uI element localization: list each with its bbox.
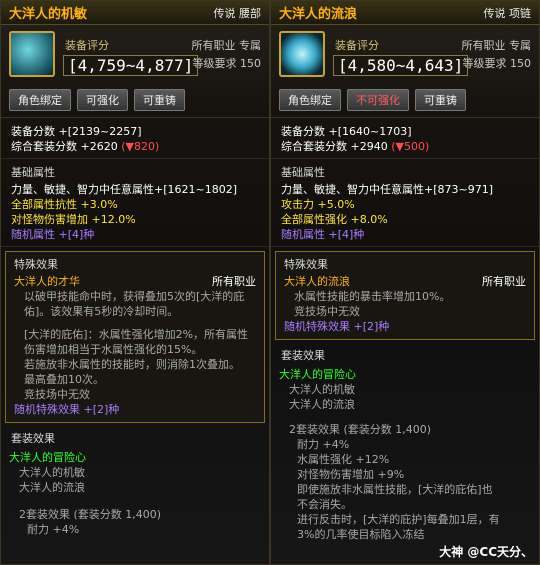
item-tags: 传说 项链 [483, 6, 532, 20]
special-job: 所有职业 [482, 275, 526, 288]
score-range: [4,580~4,643] [333, 55, 469, 76]
item-header: 装备评分 [4,759~4,877] 所有职业 专属 等级要求 150 [1, 25, 269, 85]
random-attr: 随机属性 +[4]种 [281, 228, 365, 241]
watermark: 大神 @CC天分、 [439, 545, 533, 559]
job-requirement: 所有职业 专属 [461, 39, 532, 52]
special-line [14, 319, 256, 327]
special-line: 伤害增加相当于水属性强化的15%。 [24, 343, 203, 356]
set-bonus: 耐力 +4% [27, 523, 80, 536]
special-job: 所有职业 [212, 275, 256, 288]
set-bonus: 水属性强化 +12% [297, 453, 390, 466]
score-label: 装备评分 [335, 39, 379, 52]
random-attr: 随机属性 +[4]种 [11, 228, 95, 241]
attr-line: 攻击力 +5.0% [281, 198, 355, 211]
set-piece: 大洋人的机敏 [19, 466, 85, 479]
set-name: 大洋人的冒险心 [279, 368, 356, 381]
set-bonus: 耐力 +4% [297, 438, 350, 451]
score-range: [4,759~4,877] [63, 55, 199, 76]
level-requirement: 等级要求 150 [462, 57, 532, 70]
set-bonus: 3%的几率使目标陷入冻结 [297, 528, 425, 541]
random-special: 随机特殊效果 +[2]种 [14, 403, 120, 416]
set-score: 综合套装分数 +2620 (▼820) [11, 140, 160, 153]
title-bar: 大洋人的机敏 传说 腰部 [1, 1, 269, 25]
set-title: 套装效果 [11, 432, 55, 445]
reinforce-tag: 可强化 [77, 89, 128, 111]
special-line: 若施放非水属性的技能时，则消除1次叠加。 [24, 358, 240, 371]
attr-line: 力量、敏捷、智力中任意属性+[873~971] [281, 183, 494, 196]
special-line: 竞技场中无效 [24, 388, 90, 401]
level-requirement: 等级要求 150 [192, 57, 262, 70]
necklace-icon [279, 31, 325, 77]
set-bonus: 2套装效果 (套装分数 1,400) [19, 508, 162, 521]
set-piece: 大洋人的机敏 [289, 383, 355, 396]
special-line: 最高叠加10次。 [24, 373, 104, 386]
item-tooltip-left: 大洋人的机敏 传说 腰部 装备评分 [4,759~4,877] 所有职业 专属 … [0, 0, 270, 565]
item-title: 大洋人的流浪 [279, 7, 358, 22]
item-tooltip-right: 大洋人的流浪 传说 项链 装备评分 [4,580~4,643] 所有职业 专属 … [270, 0, 540, 565]
item-tags: 传说 腰部 [213, 6, 262, 20]
base-attr-section: 基础属性 力量、敏捷、智力中任意属性+[873~971] 攻击力 +5.0% 全… [271, 159, 539, 247]
item-title: 大洋人的机敏 [9, 7, 88, 22]
attr-line: 对怪物伤害增加 +12.0% [11, 213, 136, 226]
special-line: 佑]。该效果有5秒的冷却时间。 [24, 305, 179, 318]
tag-row: 角色绑定 不可强化 可重铸 [271, 85, 539, 118]
title-bar: 大洋人的流浪 传说 项链 [271, 1, 539, 25]
special-title: 特殊效果 [14, 258, 58, 271]
set-score: 综合套装分数 +2940 (▼500) [281, 140, 430, 153]
bind-tag: 角色绑定 [9, 89, 71, 111]
bind-tag: 角色绑定 [279, 89, 341, 111]
job-requirement: 所有职业 专属 [191, 39, 262, 52]
score-label: 装备评分 [65, 39, 109, 52]
special-name: 大洋人的流浪 [284, 275, 350, 288]
equip-score: 装备分数 +[2139~2257] [11, 125, 142, 138]
special-effect-box: 特殊效果 大洋人的才华 所有职业 以破甲技能命中时，获得叠加5次的[大洋的庇 佑… [5, 251, 265, 423]
special-effect-box: 特殊效果 大洋人的流浪 所有职业 水属性技能的暴击率增加10%。 竞技场中无效 … [275, 251, 535, 340]
score-section: 装备分数 +[2139~2257] 综合套装分数 +2620 (▼820) [1, 118, 269, 159]
belt-icon [9, 31, 55, 77]
set-bonus: 即使施放非水属性技能，[大洋的庇佑]也 [297, 483, 493, 496]
reforge-tag: 可重铸 [415, 89, 466, 111]
attr-line: 力量、敏捷、智力中任意属性+[1621~1802] [11, 183, 238, 196]
base-attr-title: 基础属性 [11, 166, 55, 179]
tag-row: 角色绑定 可强化 可重铸 [1, 85, 269, 118]
item-header: 装备评分 [4,580~4,643] 所有职业 专属 等级要求 150 [271, 25, 539, 85]
reforge-tag: 可重铸 [134, 89, 185, 111]
special-line: 竞技场中无效 [294, 305, 360, 318]
set-name: 大洋人的冒险心 [9, 451, 86, 464]
special-line: [大洋的庇佑]：水属性强化增加2%，所有属性 [24, 328, 249, 341]
special-line: 以破甲技能命中时，获得叠加5次的[大洋的庇 [24, 290, 245, 303]
special-title: 特殊效果 [284, 258, 328, 271]
attr-line: 全部属性强化 +8.0% [281, 213, 388, 226]
attr-line: 全部属性抗性 +3.0% [11, 198, 118, 211]
score-section: 装备分数 +[1640~1703] 综合套装分数 +2940 (▼500) [271, 118, 539, 159]
set-bonus: 2套装效果 (套装分数 1,400) [289, 423, 432, 436]
set-piece: 大洋人的流浪 [289, 398, 355, 411]
random-special: 随机特殊效果 +[2]种 [284, 320, 390, 333]
set-bonus: 不会消失。 [297, 498, 352, 511]
special-line: 水属性技能的暴击率增加10%。 [294, 290, 451, 303]
score-diff: (▼500) [391, 140, 430, 153]
special-name: 大洋人的才华 [14, 275, 80, 288]
set-title: 套装效果 [281, 349, 325, 362]
score-diff: (▼820) [121, 140, 160, 153]
base-attr-section: 基础属性 力量、敏捷、智力中任意属性+[1621~1802] 全部属性抗性 +3… [1, 159, 269, 247]
equip-score: 装备分数 +[1640~1703] [281, 125, 412, 138]
set-bonus: 进行反击时，[大洋的庇护]每叠加1层，有 [297, 513, 500, 526]
set-bonus: 对怪物伤害增加 +9% [297, 468, 405, 481]
not-reinforce-tag: 不可强化 [347, 89, 409, 111]
set-piece: 大洋人的流浪 [19, 481, 85, 494]
base-attr-title: 基础属性 [281, 166, 325, 179]
